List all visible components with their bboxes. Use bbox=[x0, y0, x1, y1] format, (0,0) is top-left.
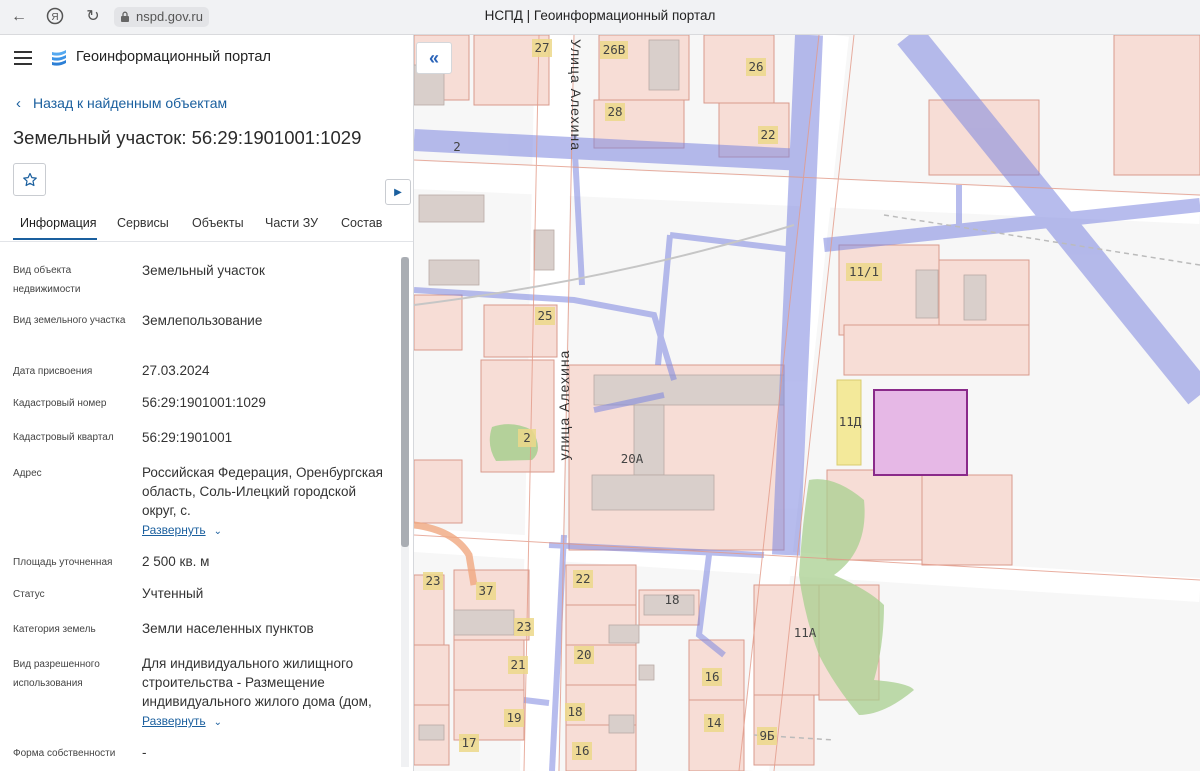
parcel-number-label: 18 bbox=[664, 592, 679, 607]
favorite-button[interactable] bbox=[13, 163, 46, 196]
property-label: Статус bbox=[13, 589, 45, 600]
menu-icon[interactable] bbox=[14, 51, 32, 65]
parcel-number-label: 17 bbox=[461, 735, 476, 750]
parcel-number-label: 16 bbox=[574, 743, 589, 758]
back-to-results-link[interactable]: ‹ Назад к найденным объектам bbox=[16, 95, 227, 112]
property-value: Земельный участок bbox=[142, 263, 265, 278]
parcel-number-label: 22 bbox=[575, 571, 590, 586]
star-icon bbox=[22, 172, 37, 186]
page-title: Земельный участок: 56:29:1901001:1029 bbox=[13, 127, 362, 148]
active-tab-indicator bbox=[13, 238, 97, 240]
parcel-number-label: 11/1 bbox=[849, 264, 879, 279]
parcel-number-label: 20А bbox=[621, 451, 644, 466]
expand-address-link[interactable]: Развернуть ⌄ bbox=[142, 523, 222, 537]
property-label: Адрес bbox=[13, 468, 42, 479]
street-label: улица Алехина bbox=[556, 350, 572, 461]
property-label: Дата присвоения bbox=[13, 366, 93, 377]
parcel-number-label: 14 bbox=[706, 715, 721, 730]
browser-tab-title: НСПД | Геоинформационный портал bbox=[484, 8, 716, 23]
parcel-number-label: 20 bbox=[576, 647, 591, 662]
tab-services[interactable]: Сервисы bbox=[117, 216, 169, 230]
land-use-value: Для индивидуального жилищного строительс… bbox=[142, 656, 372, 709]
app-title: Геоинформационный портал bbox=[76, 49, 271, 65]
property-value: Землепользование bbox=[142, 313, 263, 328]
parcel-number-label: 26 bbox=[748, 59, 763, 74]
property-value: 2 500 кв. м bbox=[142, 554, 210, 569]
collapse-panel-button[interactable]: « bbox=[416, 42, 452, 74]
expand-text: Развернуть bbox=[142, 714, 206, 728]
property-label: Вид земельного участка bbox=[13, 315, 126, 326]
parcel-number-label: 21 bbox=[510, 657, 525, 672]
property-label: Кадастровый квартал bbox=[13, 432, 114, 443]
parcel-number-label: 23 bbox=[516, 619, 531, 634]
parcel-number-label: 11Д bbox=[839, 414, 862, 429]
parcel-number-label: 2 bbox=[453, 139, 461, 154]
chevron-down-icon: ⌄ bbox=[213, 526, 222, 537]
parcel-number-label: 26В bbox=[603, 42, 626, 57]
parcel-number-label: 18 bbox=[567, 704, 582, 719]
property-value: - bbox=[142, 745, 147, 760]
portal-logo-icon bbox=[52, 50, 66, 66]
parcel-number-label: 28 bbox=[607, 104, 622, 119]
parcel-number-label: 23 bbox=[425, 573, 440, 588]
tab-composition[interactable]: Состав bbox=[341, 216, 382, 230]
parcel-number-label: 37 bbox=[478, 583, 493, 598]
tab-objects[interactable]: Объекты bbox=[192, 216, 244, 230]
chevron-down-icon: ⌄ bbox=[213, 717, 222, 728]
browser-toolbar: ← Я ↻ nspd.gov.ru НСПД | Геоинформационн… bbox=[0, 0, 1200, 35]
panel-scrollbar-thumb[interactable] bbox=[401, 257, 409, 547]
back-link-text: Назад к найденным объектам bbox=[33, 95, 228, 111]
parcel-number-label: 19 bbox=[506, 710, 521, 725]
tabs-scroll-right-button[interactable]: ▶ bbox=[385, 179, 411, 205]
chevron-left-icon: ‹ bbox=[16, 95, 21, 112]
property-label: Форма собственности bbox=[13, 748, 116, 759]
tab-information[interactable]: Информация bbox=[20, 216, 97, 230]
property-label: Площадь уточненная bbox=[13, 557, 113, 568]
property-value: 56:29:1901001:1029 bbox=[142, 395, 266, 410]
tab-bar: Информация Сервисы Объекты Части ЗУ Сост… bbox=[0, 207, 413, 242]
property-label: Кадастровый номер bbox=[13, 398, 107, 409]
property-label: Вид разрешенного использования bbox=[13, 659, 100, 689]
map-canvas[interactable]: Улица Алехина улица Алехина 27 26В 26 28 22 2… bbox=[414, 35, 1200, 771]
address-value: Российская Федерация, Оренбургская облас… bbox=[142, 465, 383, 518]
parcel-number-label: 11А bbox=[794, 625, 817, 640]
parcel-number-label: 25 bbox=[537, 308, 552, 323]
property-value: Учтенный bbox=[142, 586, 204, 601]
cadastral-map[interactable]: Улица Алехина улица Алехина 27 26В2628222… bbox=[414, 35, 1200, 771]
tab-parts[interactable]: Части ЗУ bbox=[265, 216, 318, 230]
parcel-number-label: 22 bbox=[760, 127, 775, 142]
property-value: Земли населенных пунктов bbox=[142, 621, 314, 636]
property-value: 27.03.2024 bbox=[142, 363, 210, 378]
expand-land-use-link[interactable]: Развернуть ⌄ bbox=[142, 714, 222, 728]
street-label: Улица Алехина bbox=[568, 39, 584, 151]
selected-parcel[interactable] bbox=[873, 389, 968, 476]
expand-text: Развернуть bbox=[142, 523, 206, 537]
property-value: 56:29:1901001 bbox=[142, 430, 233, 445]
parcel-number-label: 2 bbox=[523, 430, 531, 445]
parcel-number-label: 27 bbox=[534, 40, 549, 55]
parcel-number-label: 16 bbox=[704, 669, 719, 684]
parcel-number-label: 9Б bbox=[759, 728, 774, 743]
property-label: Вид объекта недвижимости bbox=[13, 265, 81, 295]
property-label: Категория земель bbox=[13, 624, 96, 635]
